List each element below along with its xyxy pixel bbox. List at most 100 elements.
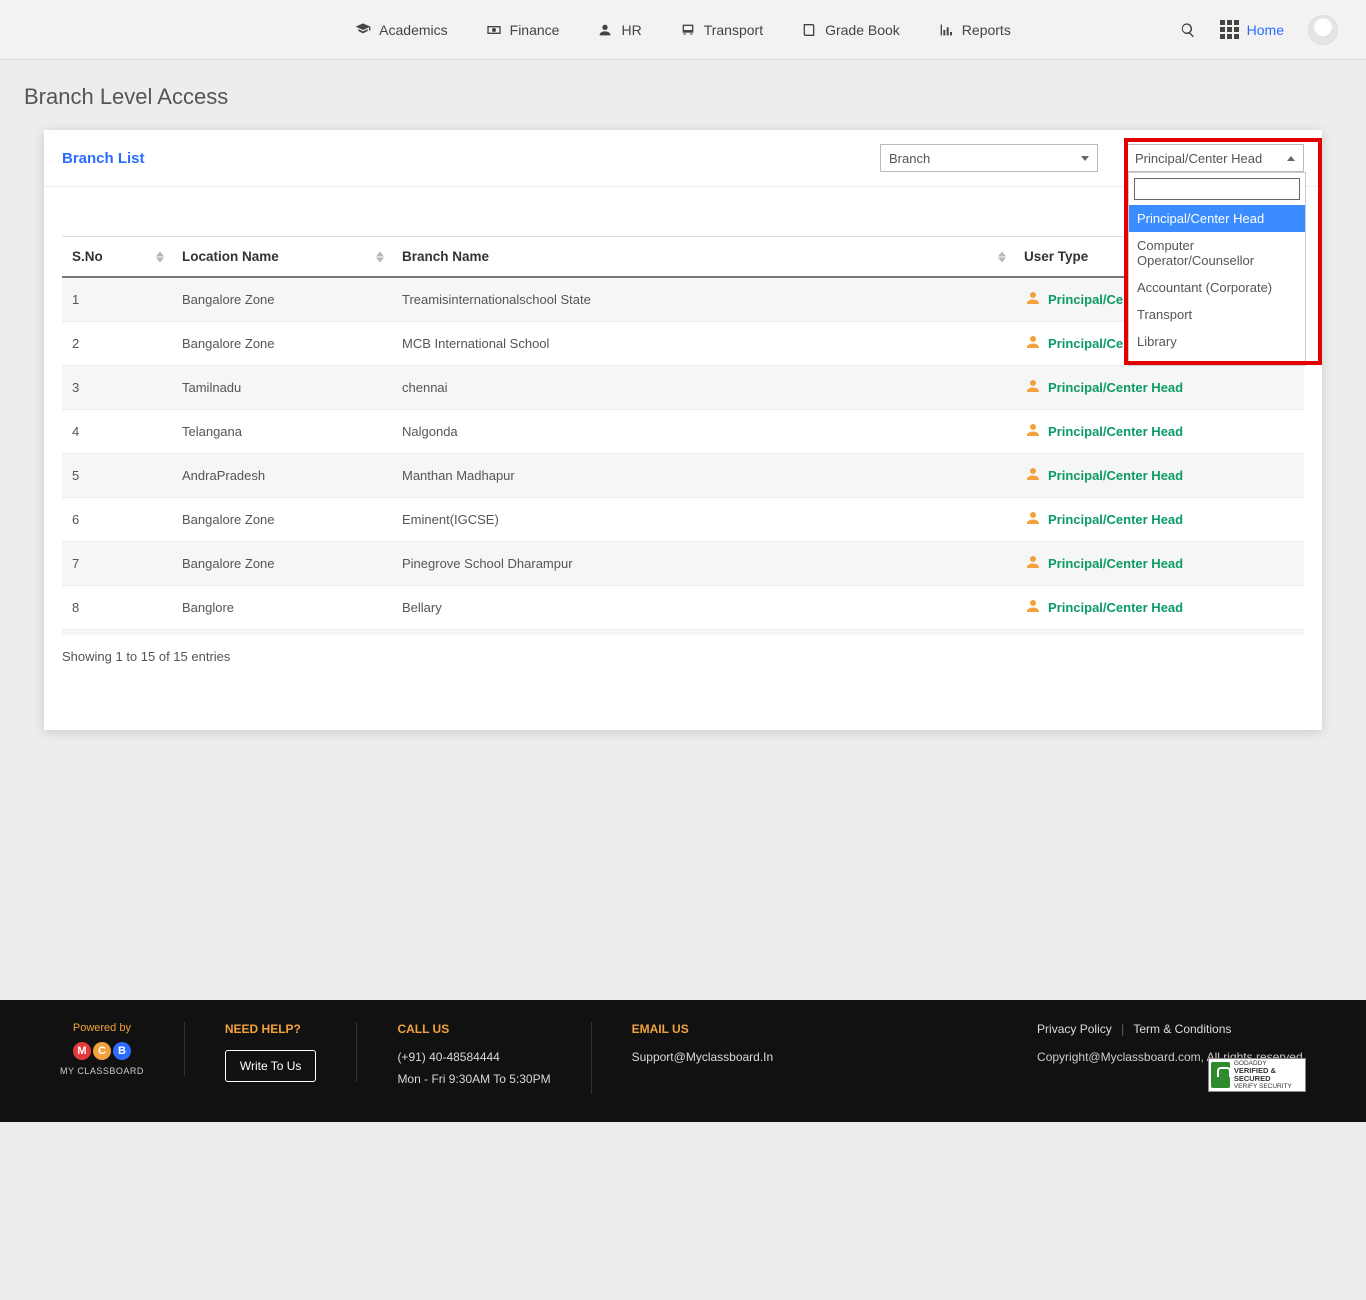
phone-number: (+91) 40-48584444	[397, 1050, 550, 1064]
privacy-link[interactable]: Privacy Policy	[1037, 1022, 1112, 1036]
cell-usertype[interactable]: Principal/Center Head	[1014, 366, 1304, 410]
cell-branch: Pinegrove School Dharampur	[392, 542, 1014, 586]
cell-sno: 9	[62, 630, 172, 636]
nav-label: Finance	[510, 22, 560, 38]
dropdown-option[interactable]: Principal/Center Head	[1129, 205, 1305, 232]
cell-usertype[interactable]: Principal/Center Head	[1014, 498, 1304, 542]
apps-grid-icon[interactable]	[1220, 20, 1239, 39]
branch-select[interactable]: Branch	[880, 144, 1098, 172]
footer-email: EMAIL US Support@Myclassboard.In	[632, 1022, 814, 1072]
money-icon	[486, 22, 502, 38]
nav-label: HR	[621, 22, 641, 38]
usertype-label: Principal/Center Head	[1048, 424, 1183, 439]
cell-branch: Nalgonda	[392, 410, 1014, 454]
bus-icon	[680, 22, 696, 38]
user-icon	[1024, 377, 1042, 398]
mcb-logo-icon: MCB	[60, 1042, 144, 1060]
user-icon	[1024, 465, 1042, 486]
nav-gradebook[interactable]: Grade Book	[801, 22, 900, 38]
dropdown-list[interactable]: Principal/Center Head Computer Operator/…	[1129, 205, 1305, 365]
usertype-label: Principal/Center Head	[1048, 468, 1183, 483]
avatar[interactable]	[1308, 15, 1338, 45]
sort-icon	[156, 251, 164, 262]
cell-usertype[interactable]: Principal/Center Head	[1014, 454, 1304, 498]
cell-usertype[interactable]: Principal/Center Head	[1014, 586, 1304, 630]
cell-branch: Treamisinternationalschool State	[392, 277, 1014, 322]
table-row: 8BangloreBellaryPrincipal/Center Head	[62, 586, 1304, 630]
cell-branch: Manthan Madhapur	[392, 454, 1014, 498]
cell-branch: Teoler	[392, 630, 1014, 636]
dropdown-option[interactable]: Library	[1129, 328, 1305, 355]
sort-icon	[376, 251, 384, 262]
table-row: 2Bangalore ZoneMCB International SchoolP…	[62, 322, 1304, 366]
cell-location: Tamilnadu	[172, 366, 392, 410]
support-email: Support@Myclassboard.In	[632, 1050, 774, 1064]
user-icon	[1024, 333, 1042, 354]
write-to-us-button[interactable]: Write To Us	[225, 1050, 317, 1082]
user-icon	[1024, 597, 1042, 618]
main-nav: Academics Finance HR Transport Grade Boo…	[355, 22, 1011, 38]
usertype-select[interactable]: Principal/Center Head	[1126, 144, 1304, 172]
nav-label: Grade Book	[825, 22, 900, 38]
terms-link[interactable]: Term & Conditions	[1133, 1022, 1231, 1036]
cell-sno: 3	[62, 366, 172, 410]
cell-location: AndraPradesh	[172, 454, 392, 498]
home-link[interactable]: Home	[1247, 22, 1284, 38]
search-icon[interactable]	[1180, 22, 1196, 38]
dropdown-option[interactable]: Transport	[1129, 301, 1305, 328]
dropdown-option[interactable]: Health Manager	[1129, 355, 1305, 365]
graduation-cap-icon	[355, 22, 371, 38]
cell-branch: Eminent(IGCSE)	[392, 498, 1014, 542]
separator: |	[1121, 1022, 1124, 1036]
page-title: Branch Level Access	[0, 60, 1366, 130]
sort-icon	[998, 251, 1006, 262]
dropdown-search-input[interactable]	[1134, 178, 1300, 200]
nav-reports[interactable]: Reports	[938, 22, 1011, 38]
th-branch[interactable]: Branch Name	[392, 237, 1014, 278]
cell-location: Bangalore Zone	[172, 498, 392, 542]
branch-table: S.No Location Name Branch Name User Type…	[62, 236, 1304, 635]
table-scroll[interactable]: S.No Location Name Branch Name User Type…	[62, 235, 1304, 635]
cell-usertype[interactable]: Principal/Center Head	[1014, 542, 1304, 586]
cell-sno: 2	[62, 322, 172, 366]
cell-location: Bangalore Zone	[172, 277, 392, 322]
cell-sno: 4	[62, 410, 172, 454]
usertype-dropdown: Principal/Center Head Computer Operator/…	[1128, 172, 1306, 366]
branch-select-value: Branch	[889, 151, 930, 166]
table-row: 6Bangalore ZoneEminent(IGCSE) Principal/C…	[62, 498, 1304, 542]
user-icon	[1024, 509, 1042, 530]
footer-help: NEED HELP? Write To Us	[225, 1022, 358, 1082]
dropdown-option[interactable]: Computer Operator/Counsellor	[1129, 232, 1305, 274]
cell-usertype[interactable]: Principal/Center Head	[1014, 410, 1304, 454]
th-sno[interactable]: S.No	[62, 237, 172, 278]
nav-academics[interactable]: Academics	[355, 22, 447, 38]
dropdown-option[interactable]: Accountant (Corporate)	[1129, 274, 1305, 301]
need-help-heading: NEED HELP?	[225, 1022, 317, 1036]
nav-hr[interactable]: HR	[597, 22, 641, 38]
book-icon	[801, 22, 817, 38]
branch-list-card: Branch List Branch Principal/Center Head…	[44, 130, 1322, 730]
cell-usertype[interactable]: Principal/Center Head	[1014, 630, 1304, 636]
cell-sno: 1	[62, 277, 172, 322]
th-location[interactable]: Location Name	[172, 237, 392, 278]
user-icon	[1024, 553, 1042, 574]
usertype-label: Principal/Center Head	[1048, 600, 1183, 615]
card-title: Branch List	[62, 150, 145, 167]
cell-sno: 5	[62, 454, 172, 498]
email-us-heading: EMAIL US	[632, 1022, 774, 1036]
security-badge[interactable]: GODADDY VERIFIED & SECURED VERIFY SECURI…	[1208, 1058, 1306, 1092]
top-navbar: Academics Finance HR Transport Grade Boo…	[0, 0, 1366, 60]
nav-label: Transport	[704, 22, 763, 38]
lock-icon	[1211, 1062, 1230, 1088]
usertype-label: Principal/Center Head	[1048, 512, 1183, 527]
chart-icon	[938, 22, 954, 38]
badge-text: GODADDY VERIFIED & SECURED VERIFY SECURI…	[1234, 1060, 1303, 1091]
cell-sno: 6	[62, 498, 172, 542]
nav-label: Reports	[962, 22, 1011, 38]
footer-brand: Powered by MCB MY CLASSBOARD	[60, 1022, 185, 1076]
powered-by-label: Powered by	[60, 1022, 144, 1034]
cell-branch: Bellary	[392, 586, 1014, 630]
nav-transport[interactable]: Transport	[680, 22, 763, 38]
table-row: 7Bangalore ZonePinegrove School Dharampu…	[62, 542, 1304, 586]
nav-finance[interactable]: Finance	[486, 22, 560, 38]
